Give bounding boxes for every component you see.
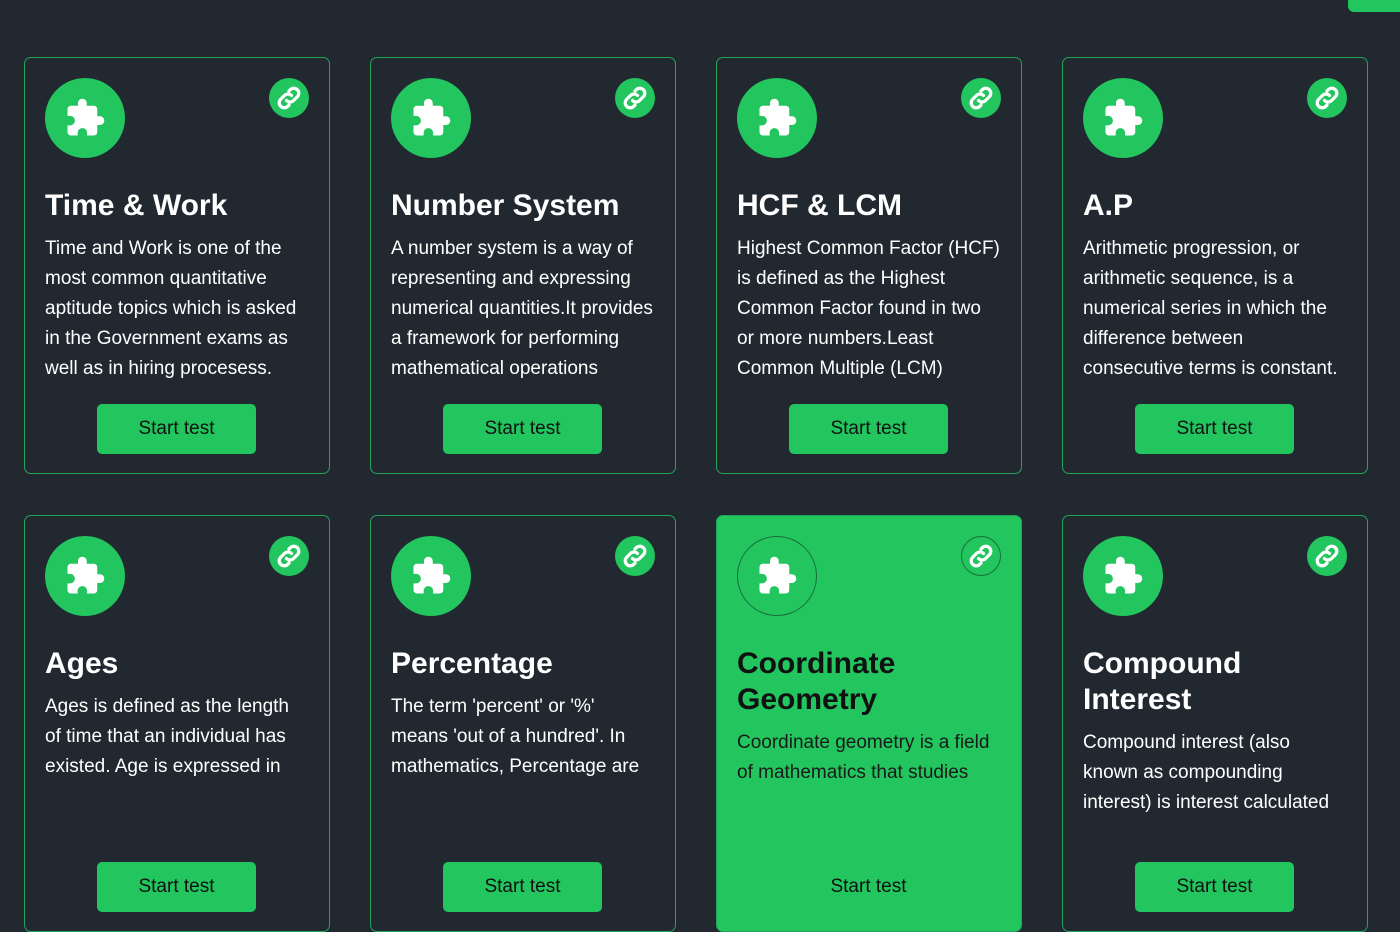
topic-card[interactable]: A.P Arithmetic progression, or arithmeti… <box>1062 57 1368 474</box>
puzzle-icon <box>737 536 817 616</box>
start-test-button[interactable]: Start test <box>443 862 602 912</box>
start-test-button[interactable]: Start test <box>97 404 256 454</box>
start-test-button[interactable]: Start test <box>789 404 948 454</box>
top-tab[interactable] <box>1348 0 1400 12</box>
start-test-button[interactable]: Start test <box>97 862 256 912</box>
link-icon[interactable] <box>269 536 309 576</box>
link-icon[interactable] <box>961 78 1001 118</box>
link-icon[interactable] <box>269 78 309 118</box>
card-description: Coordinate geometry is a field of mathem… <box>737 732 990 783</box>
link-icon[interactable] <box>615 78 655 118</box>
topic-card[interactable]: Number System A number system is a way o… <box>370 57 676 474</box>
card-title: Ages <box>45 647 119 680</box>
link-icon[interactable] <box>1307 536 1347 576</box>
card-description: A number system is a way of representing… <box>391 238 653 379</box>
card-title: Coordinate Geometry <box>737 647 896 716</box>
card-title: HCF & LCM <box>737 189 902 222</box>
puzzle-icon <box>1083 78 1163 158</box>
topic-card[interactable]: Percentage The term 'percent' or '%' mea… <box>370 515 676 932</box>
link-icon[interactable] <box>961 536 1001 576</box>
puzzle-icon <box>1083 536 1163 616</box>
card-title: Number System <box>391 189 620 222</box>
puzzle-icon <box>391 536 471 616</box>
link-icon[interactable] <box>1307 78 1347 118</box>
start-test-button[interactable]: Start test <box>1135 404 1294 454</box>
puzzle-icon <box>737 78 817 158</box>
card-description: Compound interest (also known as compoun… <box>1083 732 1330 813</box>
link-icon[interactable] <box>615 536 655 576</box>
card-description: Arithmetic progression, or arithmetic se… <box>1083 238 1338 379</box>
card-title: Percentage <box>391 647 553 680</box>
card-description: Highest Common Factor (HCF) is defined a… <box>737 238 1000 379</box>
card-title: A.P <box>1083 189 1134 222</box>
start-test-button[interactable]: Start test <box>1135 862 1294 912</box>
topic-card[interactable]: HCF & LCM Highest Common Factor (HCF) is… <box>716 57 1022 474</box>
topic-card[interactable]: Compound Interest Compound interest (als… <box>1062 515 1368 932</box>
topic-grid: Time & Work Time and Work is one of the … <box>24 57 1368 932</box>
topic-card-active[interactable]: Coordinate Geometry Coordinate geometry … <box>716 515 1022 932</box>
start-test-button[interactable]: Start test <box>789 862 948 912</box>
topic-card[interactable]: Time & Work Time and Work is one of the … <box>24 57 330 474</box>
card-description: Time and Work is one of the most common … <box>45 238 297 379</box>
puzzle-icon <box>391 78 471 158</box>
card-title: Compound Interest <box>1083 647 1242 716</box>
puzzle-icon <box>45 536 125 616</box>
card-title: Time & Work <box>45 189 228 222</box>
topic-card[interactable]: Ages Ages is defined as the length of ti… <box>24 515 330 932</box>
puzzle-icon <box>45 78 125 158</box>
start-test-button[interactable]: Start test <box>443 404 602 454</box>
